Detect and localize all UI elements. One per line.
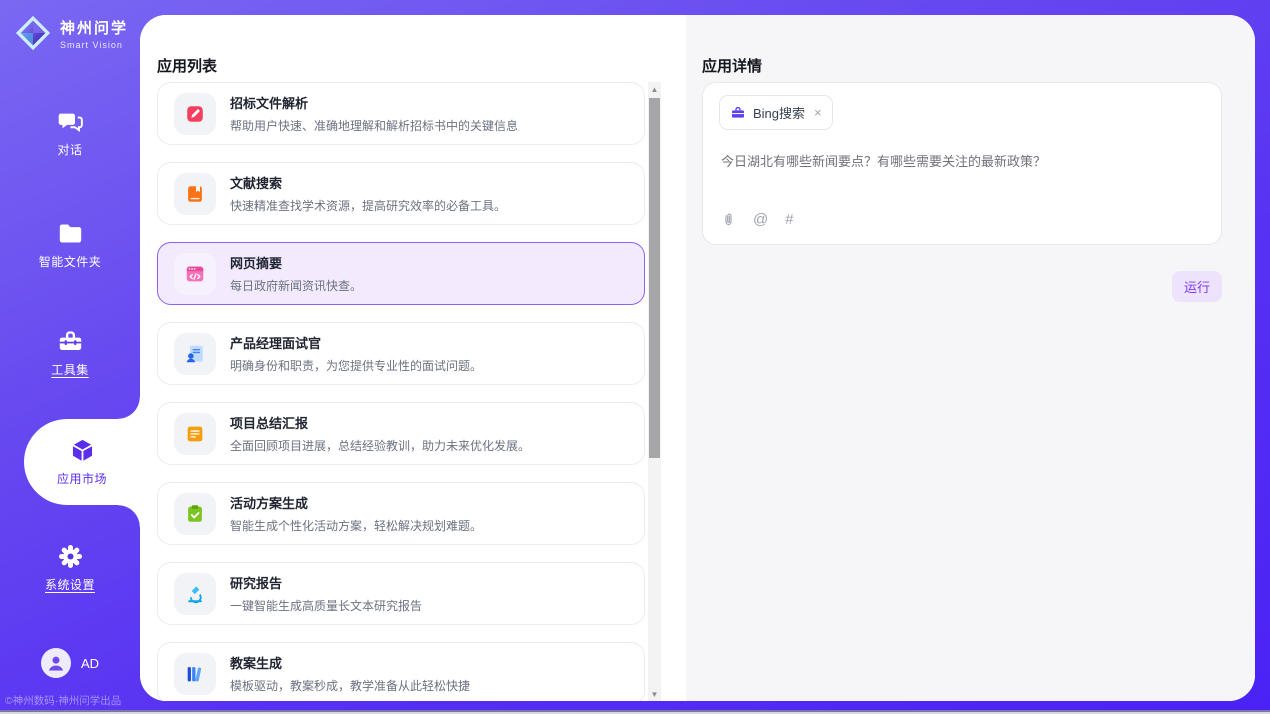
tool-tag-close-icon[interactable]: × [814, 105, 822, 120]
app-card-title: 文献搜索 [230, 173, 506, 192]
books-icon [174, 653, 216, 695]
note-icon [174, 413, 216, 455]
app-card-title: 项目总结汇报 [230, 413, 530, 432]
brand-name: 神州问学 [60, 17, 128, 38]
app-card-title: 产品经理面试官 [230, 333, 482, 352]
app-card[interactable]: 招标文件解析帮助用户快速、准确地理解和解析招标书中的关键信息 [157, 82, 645, 145]
app-card-description: 明确身份和职责，为您提供专业性的面试问题。 [230, 357, 482, 374]
mention-icon[interactable]: @ [753, 211, 768, 228]
sidebar-item-label: 系统设置 [45, 576, 95, 593]
app-card-description: 一键智能生成高质量长文本研究报告 [230, 597, 422, 614]
copyright-footer: ©神州数码·神州问学出品 [5, 693, 121, 708]
run-button[interactable]: 运行 [1172, 271, 1222, 302]
prompt-card: Bing搜索 × 今日湖北有哪些新闻要点？有哪些需要关注的最新政策？ @ # [702, 82, 1222, 245]
sidebar-item-5[interactable]: 系统设置 [0, 543, 140, 593]
diamond-logo-icon [14, 14, 52, 52]
toolbox-icon [57, 328, 84, 355]
app-card-title: 招标文件解析 [230, 93, 518, 112]
sidebar-item-label: 工具集 [51, 361, 89, 378]
hash-icon[interactable]: # [785, 211, 793, 228]
sidebar-item-1[interactable]: 对话 [0, 108, 140, 158]
cube-icon [69, 437, 96, 464]
paperclip-icon[interactable] [721, 211, 736, 228]
app-card[interactable]: 研究报告一键智能生成高质量长文本研究报告 [157, 562, 645, 625]
edit-doc-icon [174, 93, 216, 135]
briefcase-icon [730, 105, 746, 121]
app-card[interactable]: 网页摘要每日政府新闻资讯快查。 [157, 242, 645, 305]
user-name: AD [81, 656, 99, 671]
gear-icon [57, 543, 84, 570]
book-icon [174, 173, 216, 215]
sidebar-item-label: 对话 [57, 141, 82, 158]
browser-code-icon [174, 253, 216, 295]
app-card-title: 研究报告 [230, 573, 422, 592]
app-list-title: 应用列表 [157, 55, 217, 76]
scroll-up-arrow-icon[interactable]: ▲ [648, 82, 661, 96]
brand-subtitle: Smart Vision [60, 40, 128, 50]
sidebar-item-4[interactable]: 应用市场 [24, 419, 140, 505]
app-card[interactable]: 产品经理面试官明确身份和职责，为您提供专业性的面试问题。 [157, 322, 645, 385]
app-card-title: 教案生成 [230, 653, 470, 672]
tool-tag-bing-search[interactable]: Bing搜索 × [719, 95, 833, 130]
tool-tag-label: Bing搜索 [753, 103, 805, 122]
main-content: 应用列表 招标文件解析帮助用户快速、准确地理解和解析招标书中的关键信息文献搜索快… [140, 15, 1255, 701]
input-toolbar: @ # [721, 211, 794, 228]
sidebar-item-label: 智能文件夹 [39, 253, 102, 270]
microscope-icon [174, 573, 216, 615]
app-card-description: 快速精准查找学术资源，提高研究效率的必备工具。 [230, 197, 506, 214]
brand: 神州问学 Smart Vision [14, 14, 128, 52]
app-card[interactable]: 项目总结汇报全面回顾项目进展，总结经验教训，助力未来优化发展。 [157, 402, 645, 465]
sidebar-item-label: 应用市场 [57, 470, 107, 487]
app-card[interactable]: 文献搜索快速精准查找学术资源，提高研究效率的必备工具。 [157, 162, 645, 225]
scrollbar-thumb[interactable] [649, 98, 660, 458]
clipboard-check-icon [174, 493, 216, 535]
chat-icon [57, 108, 84, 135]
app-card-description: 模板驱动，教案秒成，教学准备从此轻松快捷 [230, 677, 470, 694]
folder-icon [57, 220, 84, 247]
app-detail-title: 应用详情 [702, 55, 762, 76]
app-card-description: 智能生成个性化活动方案，轻松解决规划难题。 [230, 517, 482, 534]
app-card-description: 每日政府新闻资讯快查。 [230, 277, 362, 294]
sidebar-item-3[interactable]: 工具集 [0, 328, 140, 378]
app-card-title: 活动方案生成 [230, 493, 482, 512]
app-card[interactable]: 教案生成模板驱动，教案秒成，教学准备从此轻松快捷 [157, 642, 645, 701]
app-card-description: 帮助用户快速、准确地理解和解析招标书中的关键信息 [230, 117, 518, 134]
app-card-title: 网页摘要 [230, 253, 362, 272]
scroll-down-arrow-icon[interactable]: ▼ [648, 687, 661, 701]
scrollbar[interactable]: ▲ ▼ [648, 82, 661, 701]
app-list-panel: 应用列表 招标文件解析帮助用户快速、准确地理解和解析招标书中的关键信息文献搜索快… [140, 15, 686, 701]
sidebar-item-2[interactable]: 智能文件夹 [0, 220, 140, 270]
sidebar: 神州问学 Smart Vision 对话智能文件夹工具集应用市场系统设置 AD … [0, 0, 140, 714]
app-detail-panel: 应用详情 Bing搜索 × 今日湖北有哪些新闻要点？有哪些需要关注的最新政策？ [686, 15, 1255, 701]
interviewer-icon [174, 333, 216, 375]
app-card-list: 招标文件解析帮助用户快速、准确地理解和解析招标书中的关键信息文献搜索快速精准查找… [157, 82, 645, 701]
app-card-description: 全面回顾项目进展，总结经验教训，助力未来优化发展。 [230, 437, 530, 454]
app-card[interactable]: 活动方案生成智能生成个性化活动方案，轻松解决规划难题。 [157, 482, 645, 545]
avatar [41, 648, 71, 678]
query-text[interactable]: 今日湖北有哪些新闻要点？有哪些需要关注的最新政策？ [721, 151, 1201, 170]
user-row[interactable]: AD [0, 648, 140, 678]
